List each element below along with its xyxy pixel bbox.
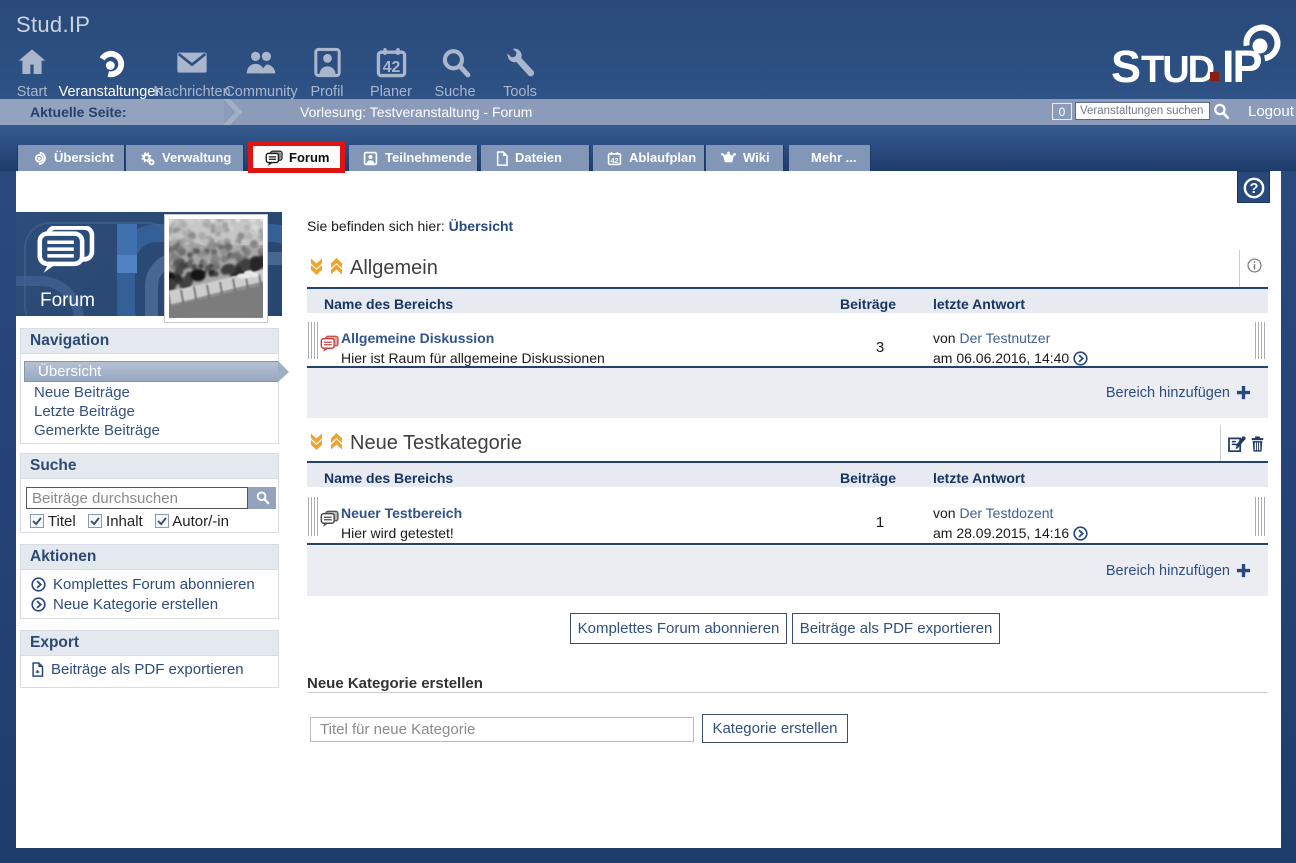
svg-text:TUD: TUD (1141, 49, 1214, 84)
svg-text:S: S (1111, 41, 1140, 84)
svg-text:?: ? (1249, 181, 1258, 197)
svg-text:42: 42 (382, 59, 400, 76)
svg-text:42: 42 (611, 157, 619, 165)
